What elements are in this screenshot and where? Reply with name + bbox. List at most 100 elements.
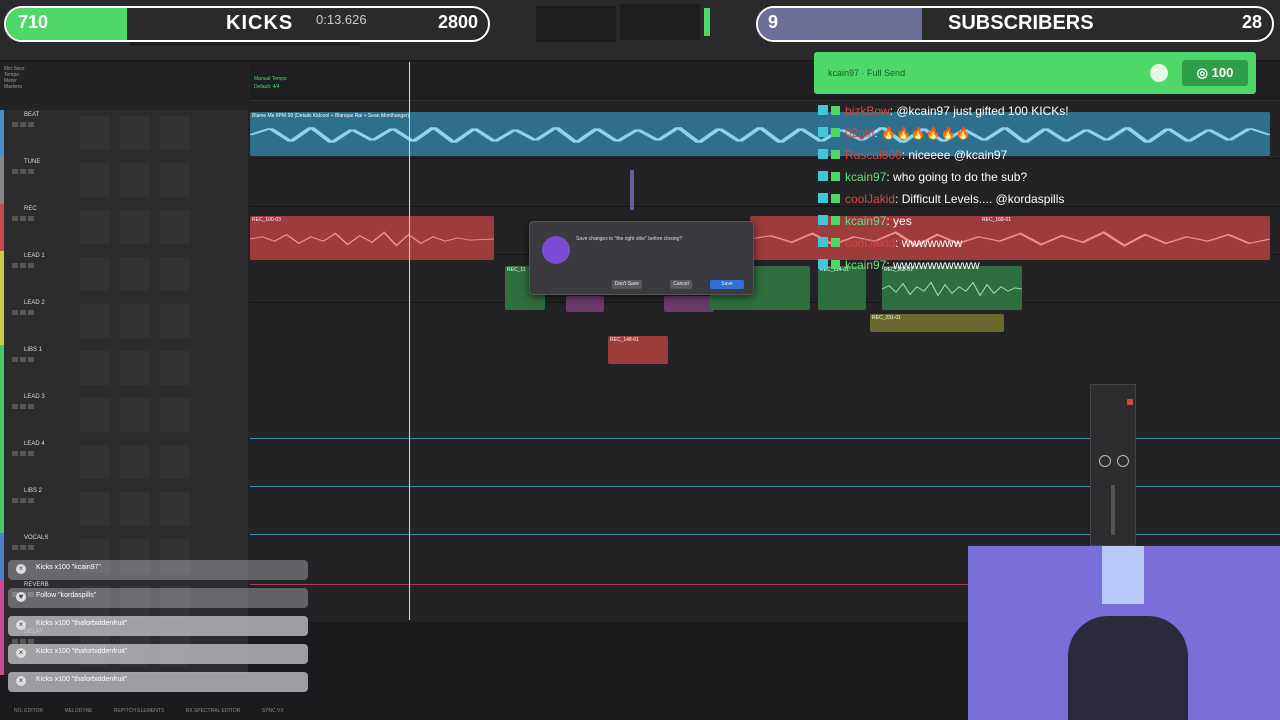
insert-slot[interactable] — [80, 163, 110, 198]
send-slot[interactable] — [120, 210, 150, 245]
track-header[interactable]: TUNE — [0, 157, 248, 207]
save-button[interactable]: Save — [710, 280, 744, 289]
track-mute-button[interactable] — [28, 545, 34, 551]
track-solo-button[interactable] — [20, 169, 26, 175]
mini-mixer-strip[interactable] — [1090, 384, 1136, 546]
track-header[interactable]: LEAD 4 — [0, 439, 248, 489]
chat-username[interactable]: 02girl — [845, 126, 874, 140]
clip-lead2-purple-a[interactable] — [566, 296, 604, 312]
io-slot[interactable] — [160, 116, 190, 150]
track-mute-button[interactable] — [28, 216, 34, 222]
track-rec-button[interactable] — [12, 169, 18, 175]
io-slot[interactable] — [160, 257, 190, 292]
track-mute-button[interactable] — [28, 357, 34, 363]
insert-slot[interactable] — [80, 445, 110, 480]
insert-slot[interactable] — [80, 210, 110, 245]
track-name[interactable]: TUNE — [24, 159, 40, 165]
track-mute-button[interactable] — [28, 169, 34, 175]
send-slot[interactable] — [120, 304, 150, 339]
track-header[interactable]: LIBS 1 — [0, 345, 248, 395]
track-rec-button[interactable] — [12, 404, 18, 410]
chat-username[interactable]: kcain97 — [845, 170, 886, 184]
track-name[interactable]: LEAD 4 — [24, 441, 45, 447]
track-rec-button[interactable] — [12, 498, 18, 504]
track-rec-button[interactable] — [12, 310, 18, 316]
send-slot[interactable] — [120, 351, 150, 386]
track-header[interactable]: LEAD 2 — [0, 298, 248, 348]
clip-beat[interactable]: Blame Me 8PM 99 (Details Kidcool + Blanq… — [250, 112, 1270, 156]
clip-lead3-a[interactable]: REC_148-01 — [608, 336, 668, 364]
track-mute-button[interactable] — [28, 310, 34, 316]
lane-tune[interactable] — [250, 158, 1280, 207]
io-slot[interactable] — [160, 445, 190, 480]
count-off-panel[interactable] — [620, 4, 700, 40]
track-header[interactable]: BEAT — [0, 110, 248, 159]
track-solo-button[interactable] — [20, 451, 26, 457]
track-name[interactable]: BEAT — [24, 112, 39, 118]
bottom-item-0[interactable]: NO. EDITOR — [14, 708, 43, 714]
track-mute-button[interactable] — [28, 122, 34, 127]
volume-fader[interactable] — [1111, 485, 1115, 535]
send-slot[interactable] — [120, 445, 150, 480]
pan-knob-right[interactable] — [1117, 455, 1129, 467]
track-name[interactable]: LEAD 3 — [24, 394, 45, 400]
transport-controls[interactable] — [536, 6, 616, 42]
clip-lead2-purple-b[interactable] — [664, 296, 714, 312]
track-solo-button[interactable] — [20, 122, 26, 127]
chat-username[interactable]: coolJakid — [845, 192, 895, 206]
track-rec-button[interactable] — [12, 451, 18, 457]
chat-username[interactable]: coolJakid — [845, 236, 895, 250]
chat-username[interactable]: Rascal800 — [845, 148, 902, 162]
track-name[interactable]: LIBS 1 — [24, 347, 42, 353]
insert-slot[interactable] — [80, 398, 110, 433]
track-rec-button[interactable] — [12, 545, 18, 551]
track-solo-button[interactable] — [20, 498, 26, 504]
bottom-item-3[interactable]: RX SPECTRAL EDITOR — [186, 708, 241, 714]
send-slot[interactable] — [120, 398, 150, 433]
bottom-item-4[interactable]: SYNC VX — [262, 708, 284, 714]
track-header[interactable]: REC — [0, 204, 248, 254]
track-mute-button[interactable] — [28, 451, 34, 457]
io-slot[interactable] — [160, 210, 190, 245]
clip-lead2-b[interactable]: REC_224-01 — [818, 266, 866, 310]
io-slot[interactable] — [160, 351, 190, 386]
track-header[interactable]: LEAD 1 — [0, 251, 248, 301]
track-solo-button[interactable] — [20, 357, 26, 363]
close-icon[interactable] — [1127, 399, 1133, 405]
lane-beat[interactable]: Blame Me 8PM 99 (Details Kidcool + Blanq… — [250, 110, 1280, 159]
bottom-item-1[interactable]: MELODYNE — [64, 708, 92, 714]
track-rec-button[interactable] — [12, 122, 18, 127]
track-header[interactable]: LEAD 3 — [0, 392, 248, 442]
io-slot[interactable] — [160, 492, 190, 527]
chat-username[interactable]: kcain97 — [845, 214, 886, 228]
track-solo-button[interactable] — [20, 404, 26, 410]
insert-slot[interactable] — [80, 492, 110, 527]
io-slot[interactable] — [160, 398, 190, 433]
track-name[interactable]: LEAD 2 — [24, 300, 45, 306]
track-name[interactable]: LEAD 1 — [24, 253, 45, 259]
io-slot[interactable] — [160, 163, 190, 198]
lane-rec[interactable]: REC_100-03 REC_168-01 — [250, 206, 1280, 260]
insert-slot[interactable] — [80, 304, 110, 339]
send-slot[interactable] — [120, 257, 150, 292]
track-solo-button[interactable] — [20, 545, 26, 551]
track-rec-button[interactable] — [12, 216, 18, 222]
tune-clip[interactable] — [630, 170, 634, 210]
dont-save-button[interactable]: Don't Save — [612, 280, 642, 289]
track-header[interactable]: LIBS 2 — [0, 486, 248, 536]
clip-lead2-c[interactable]: REC_168-01 — [882, 266, 1022, 310]
pan-knob-left[interactable] — [1099, 455, 1111, 467]
playhead[interactable] — [409, 62, 410, 620]
chat-username[interactable]: bizkBow — [845, 104, 890, 118]
track-name[interactable]: REC — [24, 206, 37, 212]
track-mute-button[interactable] — [28, 263, 34, 269]
track-mute-button[interactable] — [28, 404, 34, 410]
track-mute-button[interactable] — [28, 498, 34, 504]
track-name[interactable]: LIBS 2 — [24, 488, 42, 494]
chat-username[interactable]: kcain97 — [845, 258, 886, 272]
cancel-button[interactable]: Cancel — [670, 280, 692, 289]
io-slot[interactable] — [160, 304, 190, 339]
track-solo-button[interactable] — [20, 310, 26, 316]
track-rec-button[interactable] — [12, 357, 18, 363]
track-rec-button[interactable] — [12, 263, 18, 269]
